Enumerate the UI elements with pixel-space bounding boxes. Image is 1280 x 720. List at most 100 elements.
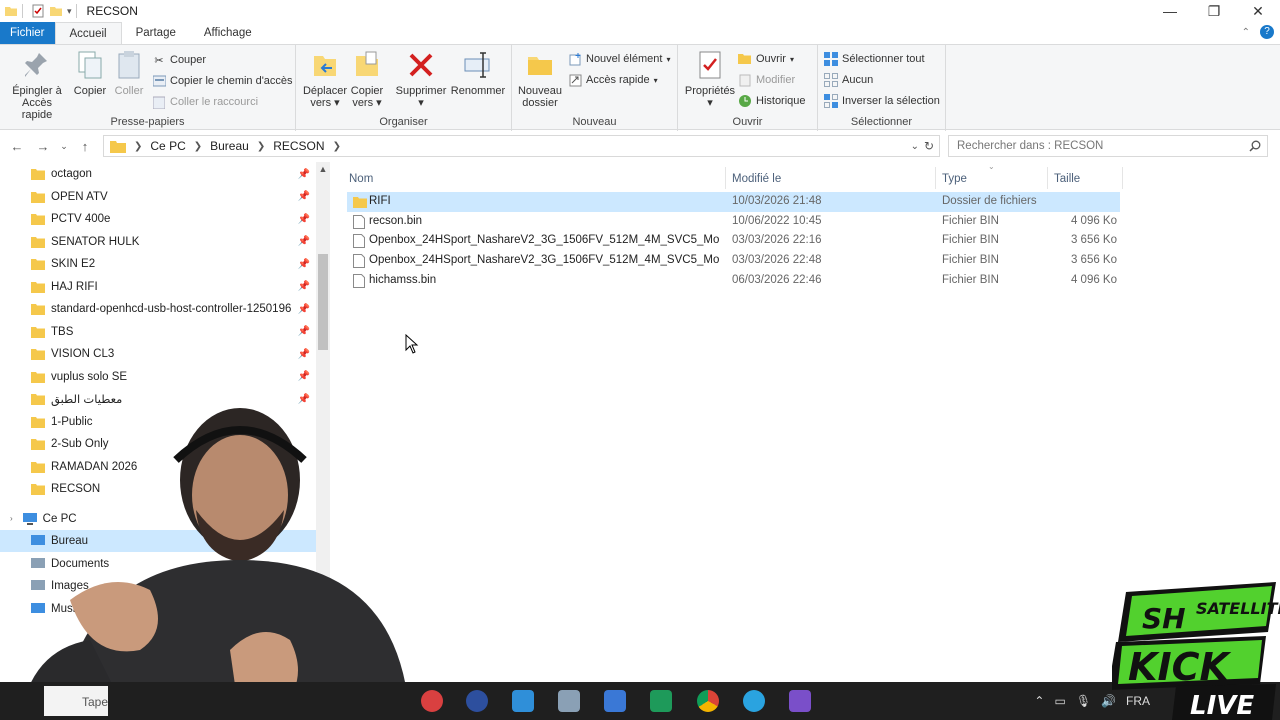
restore-button[interactable]: ❐ bbox=[1192, 0, 1236, 22]
file-row[interactable]: recson.bin 10/06/2022 10:45 Fichier BIN 4 0… bbox=[347, 212, 1120, 232]
breadcrumb-chevron-icon[interactable]: ❯ bbox=[134, 141, 142, 152]
search-input[interactable]: Rechercher dans : RECSON bbox=[948, 135, 1268, 157]
delete-button[interactable]: Supprimer ▾ bbox=[394, 49, 448, 109]
calculator-app-icon[interactable] bbox=[604, 690, 626, 712]
move-label-1: Déplacer bbox=[302, 85, 348, 97]
copy-button[interactable]: Copier bbox=[72, 49, 108, 97]
invert-selection-icon bbox=[824, 94, 838, 108]
address-dropdown-icon[interactable]: ⌄ bbox=[911, 141, 919, 152]
close-button[interactable]: ✕ bbox=[1236, 0, 1280, 22]
taskbar: Tape ⌃ ▭ 🎙 🔊 FRA bbox=[0, 682, 1280, 720]
microphone-icon[interactable]: 🎙 bbox=[1076, 694, 1091, 708]
recent-locations-chevron-icon[interactable]: ⌄ bbox=[56, 141, 72, 152]
cut-button[interactable]: ✂ Couper bbox=[152, 51, 206, 69]
nav-item-pinned[interactable]: standard-openhcd-usb-host-controller-125… bbox=[0, 298, 316, 320]
breadcrumb-chevron-icon[interactable]: ❯ bbox=[257, 141, 265, 152]
app-icon[interactable] bbox=[789, 690, 811, 712]
column-header-name[interactable]: Nom bbox=[349, 167, 373, 191]
column-header-type[interactable]: Type bbox=[942, 167, 967, 191]
pin-icon[interactable]: 📌 bbox=[298, 326, 310, 337]
history-icon bbox=[738, 94, 752, 108]
select-all-button[interactable]: Sélectionner tout bbox=[824, 50, 925, 68]
pin-icon[interactable]: 📌 bbox=[298, 191, 310, 202]
copy-to-button[interactable]: Copier vers ▾ bbox=[348, 49, 386, 109]
network-icon[interactable]: ▭ bbox=[1054, 694, 1065, 708]
invert-selection-button[interactable]: Inverser la sélection bbox=[824, 92, 940, 110]
new-item-button[interactable]: Nouvel élément ▾ bbox=[568, 50, 670, 68]
paste-shortcut-button[interactable]: Coller le raccourci bbox=[152, 93, 258, 111]
taskbar-search[interactable]: Tape bbox=[44, 686, 108, 716]
refresh-icon[interactable]: ↻ bbox=[924, 139, 934, 153]
app-icon[interactable] bbox=[650, 690, 672, 712]
rename-button[interactable]: Renommer bbox=[450, 49, 506, 97]
tab-file[interactable]: Fichier bbox=[0, 22, 55, 44]
easy-access-button[interactable]: Accès rapide ▾ bbox=[568, 71, 658, 89]
move-to-button[interactable]: Déplacer vers ▾ bbox=[302, 49, 348, 109]
paste-button[interactable]: Coller bbox=[112, 49, 146, 97]
tab-share[interactable]: Partage bbox=[122, 22, 190, 44]
column-header-date[interactable]: Modifié le bbox=[732, 167, 781, 191]
pin-icon[interactable]: 📌 bbox=[298, 371, 310, 382]
up-arrow-icon[interactable]: ↑ bbox=[72, 139, 98, 154]
minimize-button[interactable]: — bbox=[1148, 0, 1192, 22]
open-button[interactable]: Ouvrir ▾ bbox=[738, 50, 794, 68]
chrome-app-icon[interactable] bbox=[697, 690, 719, 712]
history-button[interactable]: Historique bbox=[738, 92, 806, 110]
help-icon[interactable]: ? bbox=[1260, 25, 1274, 39]
breadcrumb-chevron-icon[interactable]: ❯ bbox=[194, 141, 202, 152]
new-folder-button[interactable]: Nouveau dossier bbox=[516, 49, 564, 109]
nav-item-pinned[interactable]: HAJ RIFI 📌 bbox=[0, 276, 316, 298]
quick-access-dropdown-icon[interactable]: ▾ bbox=[67, 6, 72, 17]
breadcrumb-chevron-icon[interactable]: ❯ bbox=[333, 141, 341, 152]
telegram-app-icon[interactable] bbox=[743, 690, 765, 712]
nav-item-pinned[interactable]: OPEN ATV 📌 bbox=[0, 186, 316, 208]
folder-icon bbox=[31, 191, 45, 203]
scroll-up-icon[interactable]: ▲ bbox=[316, 164, 330, 174]
file-row[interactable]: hichamss.bin 06/03/2026 22:46 Fichier BIN 4… bbox=[347, 271, 1120, 291]
new-folder-icon[interactable] bbox=[49, 4, 63, 18]
column-separator[interactable] bbox=[725, 167, 726, 189]
column-separator[interactable] bbox=[1047, 167, 1048, 189]
ribbon-collapse-icon[interactable]: ⌃ bbox=[1242, 27, 1250, 38]
breadcrumb-recson[interactable]: RECSON bbox=[273, 139, 324, 153]
breadcrumb-desktop[interactable]: Bureau bbox=[210, 139, 249, 153]
file-row[interactable]: Openbox_24HSport_NashareV2_3G_1506FV_512… bbox=[347, 251, 1120, 271]
forward-arrow-icon[interactable]: → bbox=[30, 139, 56, 154]
tab-home[interactable]: Accueil bbox=[54, 22, 122, 44]
column-separator[interactable] bbox=[935, 167, 936, 189]
edit-button[interactable]: Modifier bbox=[738, 71, 795, 89]
address-field[interactable]: ❯ Ce PC ❯ Bureau ❯ RECSON ❯ ⌄ bbox=[103, 135, 940, 157]
obs-app-icon[interactable] bbox=[421, 690, 443, 712]
column-separator[interactable] bbox=[1122, 167, 1123, 189]
file-row[interactable]: Openbox_24HSport_NashareV2_3G_1506FV_512… bbox=[347, 231, 1120, 251]
nav-item-pinned[interactable]: PCTV 400e 📌 bbox=[0, 208, 316, 230]
app-icon[interactable] bbox=[558, 690, 580, 712]
app-icon[interactable] bbox=[466, 690, 488, 712]
nav-item-pinned[interactable]: vuplus solo SE 📌 bbox=[0, 366, 316, 388]
pin-icon[interactable]: 📌 bbox=[298, 304, 310, 315]
pin-icon[interactable]: 📌 bbox=[298, 214, 310, 225]
pin-quick-access-button[interactable]: Épingler à Accès rapide bbox=[6, 49, 68, 121]
column-header-size[interactable]: Taille bbox=[1054, 167, 1080, 191]
copy-path-button[interactable]: Copier le chemin d'accès bbox=[152, 72, 293, 90]
breadcrumb-this-pc[interactable]: Ce PC bbox=[150, 139, 185, 153]
select-none-button[interactable]: Aucun bbox=[824, 71, 873, 89]
pin-icon[interactable]: 📌 bbox=[298, 236, 310, 247]
file-explorer-app-icon[interactable] bbox=[512, 690, 534, 712]
nav-item-pinned[interactable]: TBS 📌 bbox=[0, 321, 316, 343]
show-hidden-icons-chevron-icon[interactable]: ⌃ bbox=[1034, 694, 1044, 708]
pin-icon[interactable]: 📌 bbox=[298, 169, 310, 180]
properties-button[interactable]: Propriétés ▾ bbox=[682, 49, 738, 109]
back-arrow-icon[interactable]: ← bbox=[4, 139, 30, 154]
pin-icon[interactable]: 📌 bbox=[298, 349, 310, 360]
tab-view[interactable]: Affichage bbox=[190, 22, 266, 44]
nav-item-pinned[interactable]: VISION CL3 📌 bbox=[0, 343, 316, 365]
file-row[interactable]: RIFI 10/03/2026 21:48 Dossier de fichiers bbox=[347, 192, 1120, 212]
scroll-thumb[interactable] bbox=[318, 254, 328, 350]
nav-item-pinned[interactable]: octagon 📌 bbox=[0, 163, 316, 185]
pin-icon[interactable]: 📌 bbox=[298, 259, 310, 270]
pin-icon[interactable]: 📌 bbox=[298, 281, 310, 292]
nav-item-pinned[interactable]: SENATOR HULK 📌 bbox=[0, 231, 316, 253]
nav-item-pinned[interactable]: SKIN E2 📌 bbox=[0, 253, 316, 275]
properties-icon[interactable] bbox=[31, 4, 45, 18]
